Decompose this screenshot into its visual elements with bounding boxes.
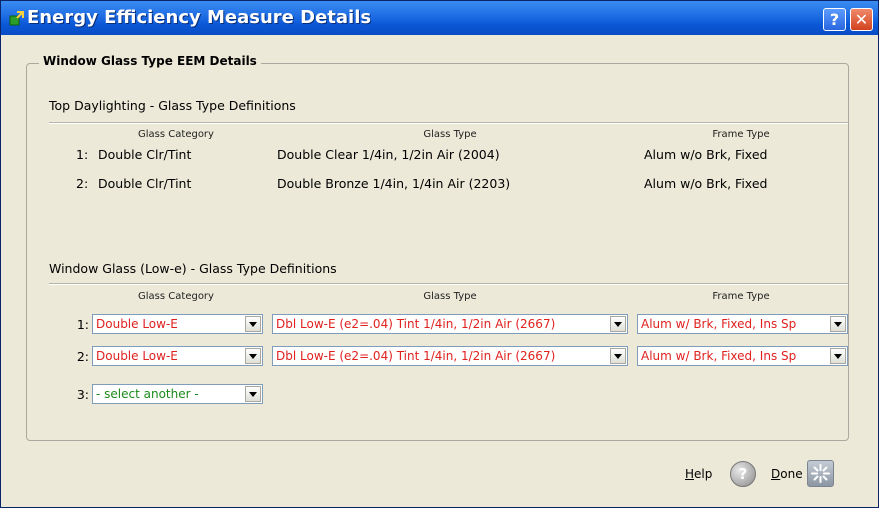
wg-row-number: 3: bbox=[76, 387, 89, 402]
titlebar-close-button[interactable]: ✕ bbox=[850, 8, 873, 31]
help-link[interactable]: Help bbox=[685, 467, 712, 481]
chevron-down-icon[interactable] bbox=[245, 348, 261, 364]
chevron-down-icon[interactable] bbox=[830, 348, 846, 364]
glass-category-select[interactable]: Double Low-E bbox=[92, 346, 263, 366]
titlebar-help-button[interactable]: ? bbox=[823, 8, 846, 31]
top-col-header-category: Glass Category bbox=[138, 129, 214, 140]
done-label: one bbox=[780, 467, 803, 481]
top-row-number: 1: bbox=[76, 147, 89, 162]
wg-col-header-frame-type: Frame Type bbox=[712, 291, 770, 302]
wg-row-number: 2: bbox=[76, 349, 89, 364]
select-another-value: - select another - bbox=[96, 387, 199, 401]
chevron-down-icon[interactable] bbox=[830, 316, 846, 332]
chevron-down-icon[interactable] bbox=[610, 316, 626, 332]
done-link[interactable]: Done bbox=[771, 467, 803, 481]
top-row-glass-type: Double Bronze 1/4in, 1/4in Air (2203) bbox=[277, 176, 511, 191]
glass-category-value: Double Low-E bbox=[96, 349, 178, 363]
frame-type-value: Alum w/ Brk, Fixed, Ins Sp bbox=[641, 317, 797, 331]
wg-row-number: 1: bbox=[76, 317, 89, 332]
top-row-frame-type: Alum w/o Brk, Fixed bbox=[644, 176, 768, 191]
window-glass-section-title: Window Glass (Low-e) - Glass Type Defini… bbox=[49, 261, 337, 276]
select-another-category-select[interactable]: - select another - bbox=[92, 384, 263, 404]
window-title: Energy Efficiency Measure Details bbox=[27, 7, 372, 28]
window-glass-divider bbox=[49, 283, 848, 285]
wg-col-header-glass-type: Glass Type bbox=[423, 291, 477, 302]
top-row-frame-type: Alum w/o Brk, Fixed bbox=[644, 147, 768, 162]
group-title: Window Glass Type EEM Details bbox=[39, 54, 261, 68]
glass-category-select[interactable]: Double Low-E bbox=[92, 314, 263, 334]
glass-type-value: Dbl Low-E (e2=.04) Tint 1/4in, 1/2in Air… bbox=[276, 349, 556, 363]
app-icon bbox=[9, 11, 24, 26]
frame-type-select[interactable]: Alum w/ Brk, Fixed, Ins Sp bbox=[637, 346, 848, 366]
top-daylighting-divider bbox=[49, 122, 848, 124]
glass-type-select[interactable]: Dbl Low-E (e2=.04) Tint 1/4in, 1/2in Air… bbox=[272, 346, 628, 366]
top-daylighting-section-title: Top Daylighting - Glass Type Definitions bbox=[49, 98, 296, 113]
frame-type-value: Alum w/ Brk, Fixed, Ins Sp bbox=[641, 349, 797, 363]
top-row-category: Double Clr/Tint bbox=[98, 176, 192, 191]
top-row-category: Double Clr/Tint bbox=[98, 147, 192, 162]
chevron-down-icon[interactable] bbox=[610, 348, 626, 364]
glass-category-value: Double Low-E bbox=[96, 317, 178, 331]
frame-type-select[interactable]: Alum w/ Brk, Fixed, Ins Sp bbox=[637, 314, 848, 334]
wg-col-header-category: Glass Category bbox=[138, 291, 214, 302]
title-bar[interactable]: Energy Efficiency Measure Details ? ✕ bbox=[1, 1, 878, 35]
chevron-down-icon[interactable] bbox=[245, 386, 261, 402]
eem-details-window: Energy Efficiency Measure Details ? ✕ Wi… bbox=[0, 0, 879, 508]
help-label: elp bbox=[694, 467, 713, 481]
done-label-mnemonic: D bbox=[771, 467, 781, 481]
top-col-header-glass-type: Glass Type bbox=[423, 129, 477, 140]
top-col-header-frame-type: Frame Type bbox=[712, 129, 770, 140]
help-label-mnemonic: H bbox=[685, 467, 695, 481]
help-icon[interactable]: ? bbox=[730, 461, 756, 487]
chevron-down-icon[interactable] bbox=[245, 316, 261, 332]
sparkle-icon bbox=[811, 464, 830, 483]
top-row-glass-type: Double Clear 1/4in, 1/2in Air (2004) bbox=[277, 147, 500, 162]
done-icon[interactable] bbox=[807, 460, 834, 487]
top-row-number: 2: bbox=[76, 176, 89, 191]
glass-type-select[interactable]: Dbl Low-E (e2=.04) Tint 1/4in, 1/2in Air… bbox=[272, 314, 628, 334]
glass-type-value: Dbl Low-E (e2=.04) Tint 1/4in, 1/2in Air… bbox=[276, 317, 556, 331]
